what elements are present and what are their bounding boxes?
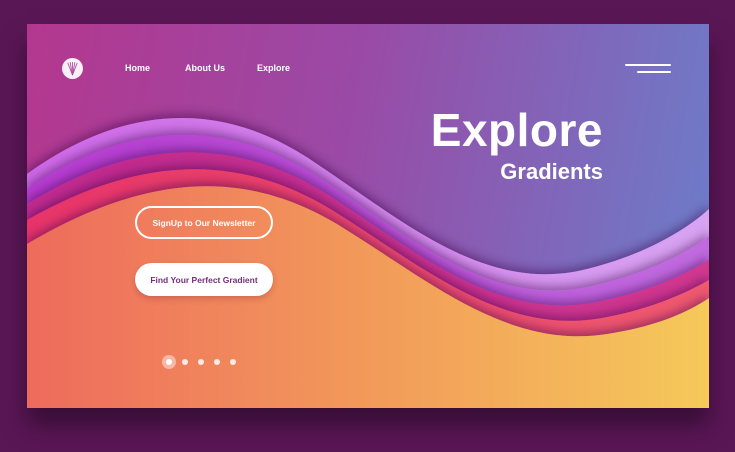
carousel-dot-4[interactable] <box>214 359 220 365</box>
fan-logo-icon[interactable] <box>62 58 83 79</box>
carousel-dot-5[interactable] <box>230 359 236 365</box>
carousel-dot-1[interactable] <box>162 355 176 369</box>
landing-page: Home About Us Explore Explore Gradients … <box>27 24 709 408</box>
hamburger-menu-icon[interactable] <box>625 62 671 76</box>
carousel-dot-3[interactable] <box>198 359 204 365</box>
wave-background <box>27 117 709 408</box>
nav-item-about-us[interactable]: About Us <box>185 63 225 73</box>
carousel-dot-2[interactable] <box>182 359 188 365</box>
find-gradient-button[interactable]: Find Your Perfect Gradient <box>135 263 273 296</box>
nav-item-explore[interactable]: Explore <box>257 63 290 73</box>
hero-title: Explore <box>430 104 603 156</box>
hero-subtitle: Gradients <box>500 159 603 184</box>
newsletter-signup-button[interactable]: SignUp to Our Newsletter <box>135 206 273 239</box>
nav-item-home[interactable]: Home <box>125 63 150 73</box>
